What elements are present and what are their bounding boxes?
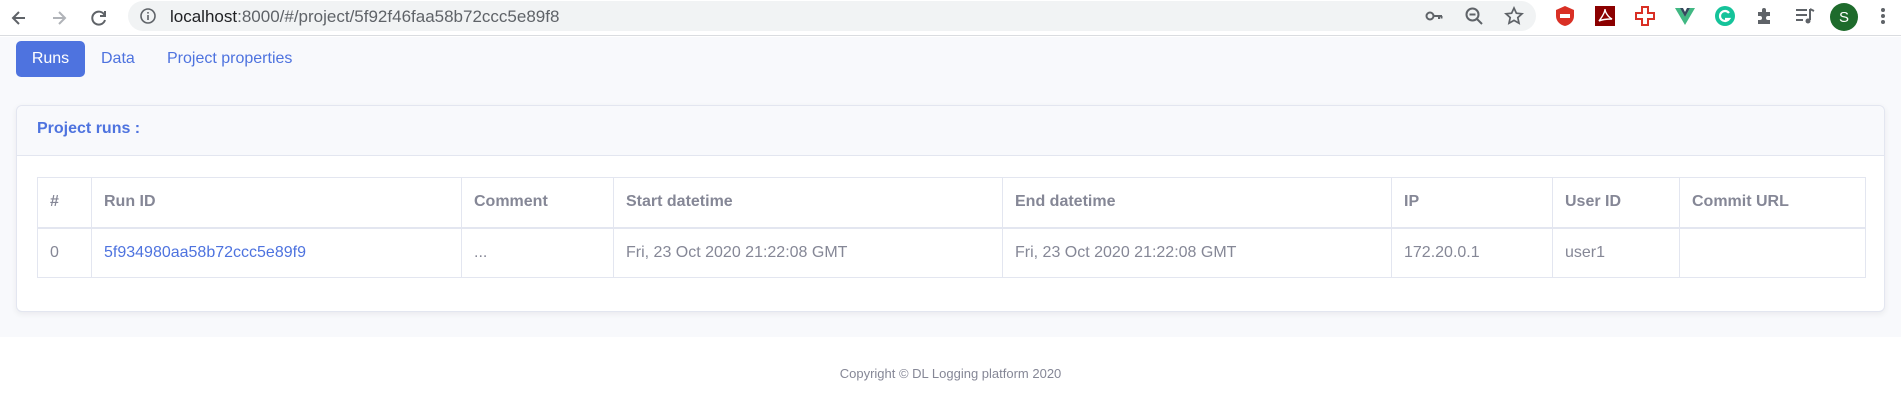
adblock-extension-icon[interactable] bbox=[1553, 4, 1577, 28]
url-path: :8000/#/project/5f92f46faa58b72ccc5e89f8 bbox=[237, 7, 560, 26]
column-header: Commit URL bbox=[1679, 177, 1866, 229]
cell-comment: ... bbox=[461, 227, 614, 278]
address-bar[interactable]: localhost:8000/#/project/5f92f46faa58b72… bbox=[128, 1, 1536, 31]
run-id-link[interactable]: 5f934980aa58b72ccc5e89f9 bbox=[91, 227, 462, 278]
cell-ip: 172.20.0.1 bbox=[1391, 227, 1553, 278]
browser-toolbar: localhost:8000/#/project/5f92f46faa58b72… bbox=[0, 0, 1901, 36]
url-text[interactable]: localhost:8000/#/project/5f92f46faa58b72… bbox=[170, 7, 559, 27]
page-content: Runs Data Project properties Project run… bbox=[0, 37, 1901, 337]
vue-devtools-icon[interactable] bbox=[1673, 4, 1697, 28]
project-runs-card: Project runs : # Run ID Comment Start da… bbox=[16, 105, 1885, 312]
profile-avatar[interactable]: S bbox=[1830, 3, 1858, 31]
cell-start-datetime: Fri, 23 Oct 2020 21:22:08 GMT bbox=[613, 227, 1003, 278]
table-row: 0 5f934980aa58b72ccc5e89f9 ... Fri, 23 O… bbox=[37, 227, 1866, 278]
info-icon[interactable] bbox=[140, 8, 156, 24]
back-icon[interactable] bbox=[4, 3, 34, 33]
cell-user-id: user1 bbox=[1552, 227, 1680, 278]
cell-end-datetime: Fri, 23 Oct 2020 21:22:08 GMT bbox=[1002, 227, 1392, 278]
card-header: Project runs : bbox=[17, 106, 1884, 156]
zoom-out-icon[interactable] bbox=[1464, 6, 1484, 26]
column-header: IP bbox=[1391, 177, 1553, 229]
pdf-extension-icon[interactable] bbox=[1593, 4, 1617, 28]
runs-table: # Run ID Comment Start datetime End date… bbox=[37, 177, 1866, 278]
column-header: User ID bbox=[1552, 177, 1680, 229]
column-header: Run ID bbox=[91, 177, 462, 229]
tab-data[interactable]: Data bbox=[84, 41, 152, 77]
column-header: Comment bbox=[461, 177, 614, 229]
reload-icon[interactable] bbox=[84, 3, 114, 33]
table-header-row: # Run ID Comment Start datetime End date… bbox=[37, 177, 1866, 229]
column-header: End datetime bbox=[1002, 177, 1392, 229]
key-icon[interactable] bbox=[1424, 6, 1444, 26]
card-title: Project runs : bbox=[37, 120, 141, 137]
tab-project-properties[interactable]: Project properties bbox=[150, 41, 309, 77]
tab-runs[interactable]: Runs bbox=[16, 41, 85, 77]
footer-copyright: Copyright © DL Logging platform 2020 bbox=[839, 366, 1062, 381]
cell-commit-url bbox=[1679, 227, 1866, 278]
column-header: Start datetime bbox=[613, 177, 1003, 229]
puzzle-icon[interactable] bbox=[1753, 4, 1777, 28]
url-host: localhost bbox=[170, 7, 238, 26]
star-icon[interactable] bbox=[1504, 6, 1524, 26]
forward-icon[interactable] bbox=[44, 3, 74, 33]
cross-extension-icon[interactable] bbox=[1633, 4, 1657, 28]
grammarly-icon[interactable] bbox=[1713, 4, 1737, 28]
menu-icon[interactable] bbox=[1871, 4, 1895, 28]
column-header: # bbox=[37, 177, 92, 229]
media-icon[interactable] bbox=[1793, 4, 1817, 28]
cell-index: 0 bbox=[37, 227, 92, 278]
